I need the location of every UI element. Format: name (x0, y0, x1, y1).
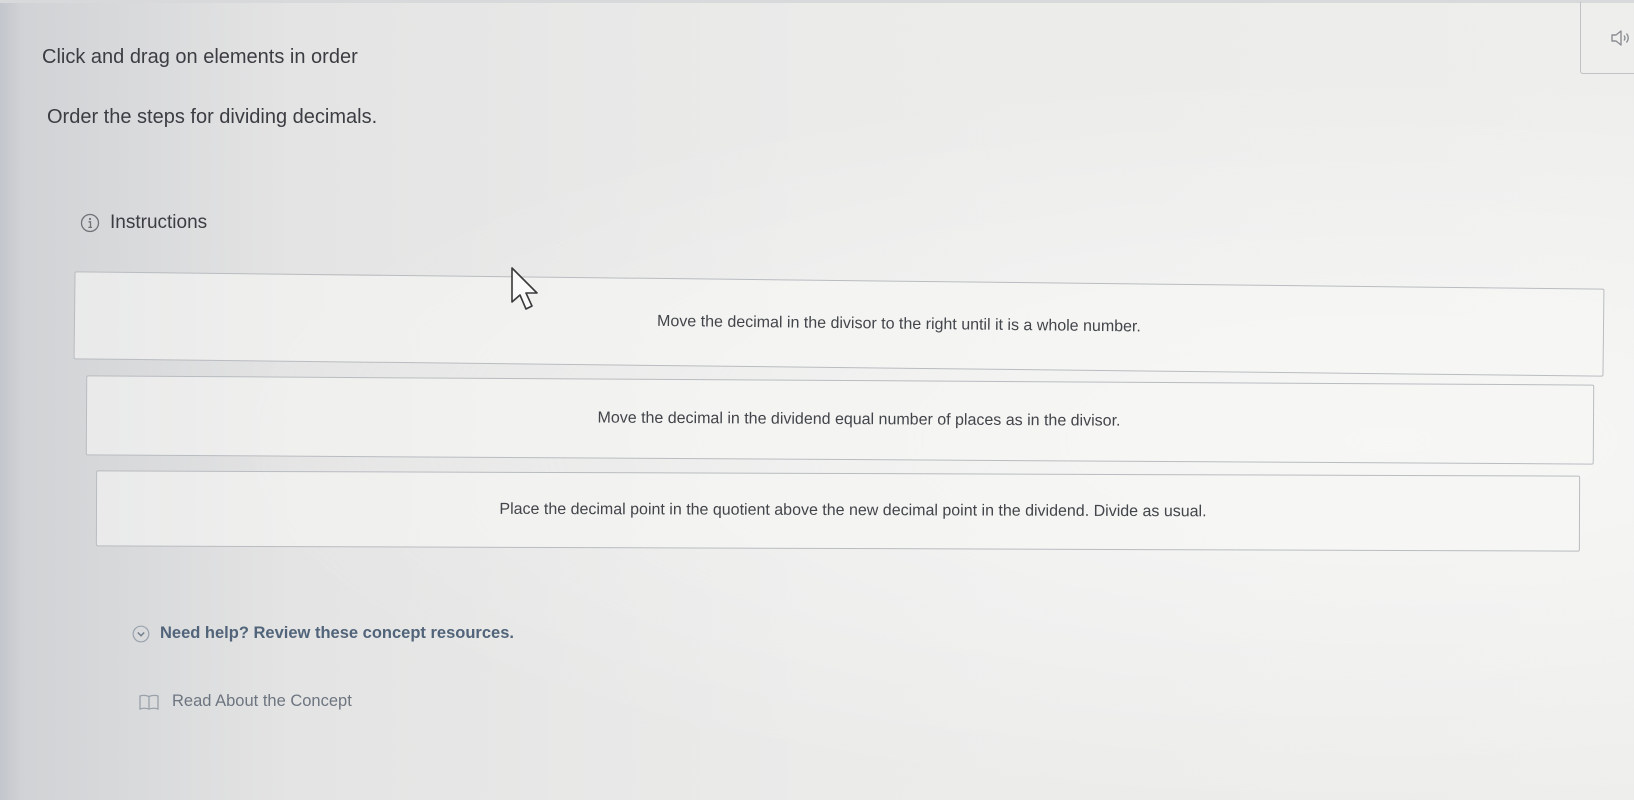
question-text: Order the steps for dividing decimals. (47, 106, 378, 128)
chevron-down-icon (132, 625, 150, 642)
audio-button[interactable] (1580, 2, 1634, 74)
step-text: Place the decimal point in the quotient … (499, 500, 1207, 521)
info-icon (80, 213, 100, 233)
drag-item-step-3[interactable]: Place the decimal point in the quotient … (95, 470, 1581, 552)
speaker-icon (1611, 30, 1629, 46)
read-about-concept-label: Read About the Concept (172, 692, 352, 710)
read-about-concept-link[interactable]: Read About the Concept (138, 692, 352, 711)
instructions-label: Instructions (110, 212, 208, 233)
concept-resources-label: Need help? Review these concept resource… (160, 624, 514, 642)
instructions-toggle[interactable]: Instructions (80, 212, 207, 234)
top-border (0, 0, 1634, 3)
book-icon (139, 694, 159, 710)
drag-item-step-2[interactable]: Move the decimal in the dividend equal n… (85, 375, 1595, 465)
prompt-text: Click and drag on elements in order (42, 46, 358, 68)
step-text: Move the decimal in the dividend equal n… (597, 409, 1121, 430)
screen-edge-shadow (0, 0, 22, 800)
drag-item-step-1[interactable]: Move the decimal in the divisor to the r… (73, 271, 1605, 377)
concept-resources-toggle[interactable]: Need help? Review these concept resource… (132, 624, 514, 643)
step-text: Move the decimal in the divisor to the r… (657, 312, 1141, 336)
